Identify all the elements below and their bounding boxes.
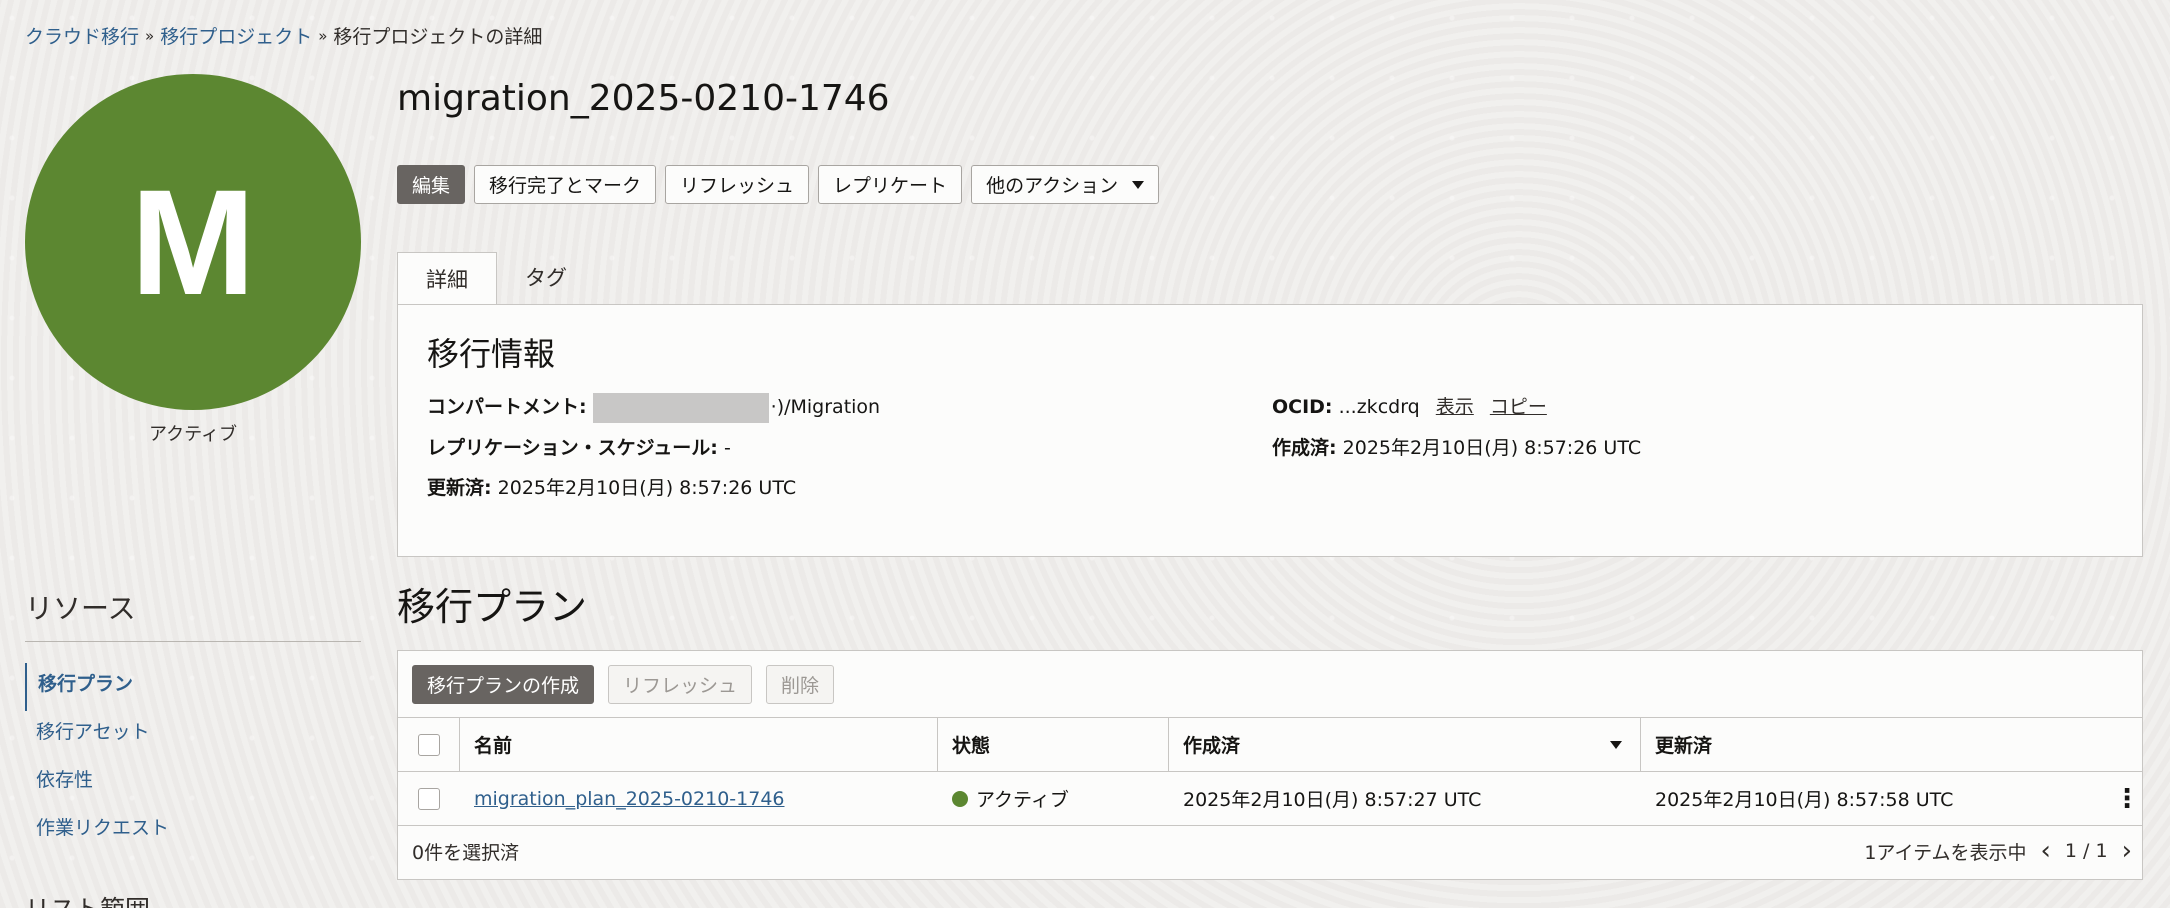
selected-count: 0件を選択済 — [412, 841, 520, 864]
pager: 1アイテムを表示中 ‹ 1 / 1 › — [1864, 838, 2132, 865]
caret-down-icon — [1132, 180, 1145, 189]
refresh-button[interactable]: リフレッシュ — [665, 165, 810, 204]
ocid-value: ...zkcdrq — [1338, 396, 1420, 418]
plan-created: 2025年2月10日(月) 8:57:27 UTC — [1183, 789, 1482, 811]
resources-nav: 移行プラン 移行アセット 依存性 作業リクエスト — [25, 663, 361, 855]
breadcrumb-cloud-migration[interactable]: クラウド移行 — [25, 22, 139, 49]
breadcrumb-current: 移行プロジェクトの詳細 — [333, 26, 543, 48]
showing-count: 1アイテムを表示中 — [1864, 841, 2027, 864]
redacted-block — [592, 392, 769, 423]
ocid-row: OCID: ...zkcdrq 表示 コピー — [1272, 392, 1547, 419]
delete-button[interactable]: 削除 — [766, 665, 835, 704]
plan-state-cell: アクティブ — [938, 772, 1169, 825]
avatar-letter: M — [130, 158, 256, 326]
table-refresh-button[interactable]: リフレッシュ — [608, 665, 753, 704]
migration-info-panel: 移行情報 コンパートメント: ·)/Migration レプリケーション・スケジ… — [397, 304, 2143, 557]
page-indicator: 1 / 1 — [2064, 840, 2108, 862]
create-plan-button[interactable]: 移行プランの作成 — [412, 665, 595, 704]
breadcrumb-separator: » — [145, 26, 155, 45]
sort-desc-icon[interactable] — [1610, 740, 1622, 749]
tab-details[interactable]: 詳細 — [397, 252, 497, 306]
plan-updated: 2025年2月10日(月) 8:57:58 UTC — [1655, 789, 1954, 811]
plans-table-card: 移行プランの作成 リフレッシュ 削除 名前 状態 作成済 更新済 migrati… — [397, 650, 2143, 880]
schedule-label: レプリケーション・スケジュール: — [427, 437, 718, 459]
action-bar: 編集 移行完了とマーク リフレッシュ レプリケート 他のアクション — [397, 165, 1160, 204]
ocid-show-link[interactable]: 表示 — [1436, 396, 1474, 418]
plans-table: 名前 状態 作成済 更新済 migration_plan_2025-0210-1… — [398, 717, 2142, 826]
breadcrumb-separator: » — [318, 26, 328, 45]
edit-button[interactable]: 編集 — [397, 165, 466, 204]
column-header-updated[interactable]: 更新済 — [1641, 718, 2142, 771]
column-header-state[interactable]: 状態 — [938, 718, 1169, 771]
plan-created-cell: 2025年2月10日(月) 8:57:27 UTC — [1169, 772, 1641, 825]
select-all-checkbox[interactable] — [417, 733, 440, 756]
resource-item-migration-plans[interactable]: 移行プラン — [25, 663, 361, 711]
list-scope-heading: リスト範囲 — [25, 890, 150, 908]
more-actions-label: 他のアクション — [986, 175, 1119, 197]
table-header: 名前 状態 作成済 更新済 — [398, 718, 2142, 772]
schedule-row: レプリケーション・スケジュール: - — [427, 433, 731, 460]
column-header-created[interactable]: 作成済 — [1169, 718, 1641, 771]
avatar-status: アクティブ — [148, 424, 238, 445]
plan-state: アクティブ — [976, 789, 1069, 811]
replicate-button[interactable]: レプリケート — [818, 165, 963, 204]
breadcrumb-migration-projects[interactable]: 移行プロジェクト — [160, 22, 312, 49]
table-row: migration_plan_2025-0210-1746 アクティブ 2025… — [398, 772, 2142, 826]
tab-tags[interactable]: タグ — [497, 251, 595, 305]
more-actions-button[interactable]: 他のアクション — [971, 165, 1160, 204]
resource-item-work-requests[interactable]: 作業リクエスト — [25, 807, 361, 855]
info-title: 移行情報 — [427, 335, 556, 373]
compartment-row: コンパートメント: ·)/Migration — [427, 392, 880, 423]
kebab-icon[interactable]: ⋮ — [2114, 786, 2140, 812]
avatar: M — [25, 74, 361, 410]
row-select-cell — [398, 772, 460, 825]
resources-heading: リソース — [25, 592, 136, 625]
table-toolbar: 移行プランの作成 リフレッシュ 削除 — [412, 665, 835, 704]
updated-value: 2025年2月10日(月) 8:57:26 UTC — [497, 477, 797, 499]
resource-item-dependencies[interactable]: 依存性 — [25, 759, 361, 807]
breadcrumb: クラウド移行 » 移行プロジェクト » 移行プロジェクトの詳細 — [25, 22, 542, 49]
mark-complete-button[interactable]: 移行完了とマーク — [474, 165, 657, 204]
resource-item-migration-assets[interactable]: 移行アセット — [25, 711, 361, 759]
created-value: 2025年2月10日(月) 8:57:26 UTC — [1342, 437, 1642, 459]
chevron-right-icon[interactable]: › — [2122, 838, 2132, 864]
schedule-value: - — [723, 437, 731, 459]
plan-name-cell: migration_plan_2025-0210-1746 — [460, 772, 938, 825]
resources-divider — [25, 641, 361, 642]
updated-row: 更新済: 2025年2月10日(月) 8:57:26 UTC — [427, 473, 796, 500]
compartment-label: コンパートメント: — [427, 396, 587, 418]
compartment-value: ·)/Migration — [770, 396, 881, 418]
column-header-created-label: 作成済 — [1183, 735, 1241, 757]
plan-name-link[interactable]: migration_plan_2025-0210-1746 — [474, 788, 785, 810]
page-title: migration_2025-0210-1746 — [397, 78, 890, 119]
chevron-left-icon[interactable]: ‹ — [2041, 838, 2051, 864]
plans-heading: 移行プラン — [397, 585, 588, 629]
tab-bar: 詳細 タグ — [397, 251, 595, 306]
ocid-label: OCID: — [1272, 396, 1333, 418]
updated-label: 更新済: — [427, 477, 492, 499]
status-dot-icon — [952, 790, 968, 807]
plan-updated-cell: 2025年2月10日(月) 8:57:58 UTC ⋮ — [1641, 772, 2142, 825]
table-footer: 0件を選択済 1アイテムを表示中 ‹ 1 / 1 › — [412, 827, 2132, 875]
created-row: 作成済: 2025年2月10日(月) 8:57:26 UTC — [1272, 433, 1641, 460]
row-checkbox[interactable] — [418, 787, 440, 810]
column-header-name[interactable]: 名前 — [460, 718, 938, 771]
created-label: 作成済: — [1272, 437, 1337, 459]
header-select-cell — [398, 718, 460, 771]
ocid-copy-link[interactable]: コピー — [1490, 396, 1547, 418]
